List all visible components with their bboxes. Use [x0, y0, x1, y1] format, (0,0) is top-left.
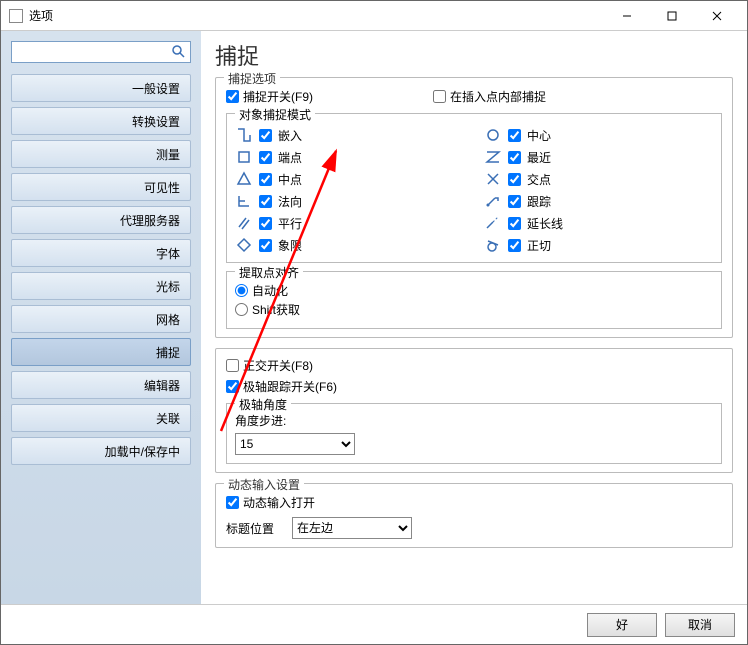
- dyn-enable-checkbox[interactable]: 动态输入打开: [226, 494, 722, 511]
- snap-mode-intersect[interactable]: 交点: [484, 170, 713, 188]
- sidebar-item-3[interactable]: 可见性: [11, 173, 191, 201]
- snap-mode-tangent[interactable]: 正切: [484, 236, 713, 254]
- group-title: 捕捉选项: [224, 70, 280, 87]
- title-pos-select[interactable]: 在左边: [292, 517, 412, 539]
- ok-button[interactable]: 好: [587, 613, 657, 637]
- snap-mode-center[interactable]: 中心: [484, 126, 713, 144]
- group-title: 极轴角度: [235, 396, 291, 413]
- sidebar: 一般设置转换设置测量可见性代理服务器字体光标网格捕捉编辑器关联加载中/保存中: [1, 31, 201, 604]
- cancel-button[interactable]: 取消: [665, 613, 735, 637]
- page-title: 捕捉: [215, 39, 733, 71]
- window-title: 选项: [29, 7, 604, 24]
- sidebar-item-2[interactable]: 测量: [11, 140, 191, 168]
- snap-modes-group: 对象捕捉模式 嵌入中心端点最近中点交点法向跟踪平行延长线象限正切: [226, 113, 722, 263]
- sidebar-item-6[interactable]: 光标: [11, 272, 191, 300]
- pick-shift-radio[interactable]: Shift获取: [235, 301, 713, 318]
- snap-mode-nearest[interactable]: 最近: [484, 148, 713, 166]
- sidebar-item-7[interactable]: 网格: [11, 305, 191, 333]
- normal-icon: [235, 192, 253, 210]
- close-button[interactable]: [694, 2, 739, 30]
- snap-mode-extension[interactable]: 延长线: [484, 214, 713, 232]
- sidebar-item-1[interactable]: 转换设置: [11, 107, 191, 135]
- endpoint-icon: [235, 148, 253, 166]
- group-title: 对象捕捉模式: [235, 106, 315, 123]
- angle-step-label: 角度步进:: [235, 412, 286, 429]
- snap-toggle-checkbox[interactable]: 捕捉开关(F9): [226, 88, 313, 105]
- snap-mode-midpoint[interactable]: 中点: [235, 170, 464, 188]
- snap-mode-insert[interactable]: 嵌入: [235, 126, 464, 144]
- titlebar: 选项: [1, 1, 747, 31]
- angle-step-select[interactable]: 15: [235, 433, 355, 455]
- main-panel: 捕捉 捕捉选项 捕捉开关(F9) 在插入点内部捕捉 对象捕捉模式 嵌入 中心端点 最…: [201, 31, 747, 604]
- intersect-icon: [484, 170, 502, 188]
- track-icon: [484, 192, 502, 210]
- pick-align-group: 提取点对齐 自动化 Shift获取: [226, 271, 722, 329]
- maximize-button[interactable]: [649, 2, 694, 30]
- snap-mode-quadrant[interactable]: 象限: [235, 236, 464, 254]
- sidebar-item-0[interactable]: 一般设置: [11, 74, 191, 102]
- footer: 好 取消: [1, 604, 747, 644]
- sidebar-item-5[interactable]: 字体: [11, 239, 191, 267]
- extension-icon: [484, 214, 502, 232]
- snap-options-group: 捕捉选项 捕捉开关(F9) 在插入点内部捕捉 对象捕捉模式 嵌入中心端点最近中点…: [215, 77, 733, 338]
- polar-checkbox[interactable]: 极轴跟踪开关(F6): [226, 378, 722, 395]
- minimize-button[interactable]: [604, 2, 649, 30]
- insert-icon: [235, 126, 253, 144]
- insert-inside-checkbox[interactable]: 在插入点内部捕捉: [433, 88, 546, 105]
- app-icon: [9, 9, 23, 23]
- sidebar-item-10[interactable]: 关联: [11, 404, 191, 432]
- dyn-input-group: 动态输入设置 动态输入打开 标题位置 在左边: [215, 483, 733, 548]
- tangent-icon: [484, 236, 502, 254]
- ortho-polar-group: 正交开关(F8) 极轴跟踪开关(F6) 极轴角度 角度步进: 15: [215, 348, 733, 473]
- search-icon: [171, 44, 187, 60]
- pick-auto-radio[interactable]: 自动化: [235, 282, 713, 299]
- snap-mode-track[interactable]: 跟踪: [484, 192, 713, 210]
- sidebar-item-8[interactable]: 捕捉: [11, 338, 191, 366]
- center-icon: [484, 126, 502, 144]
- snap-mode-parallel[interactable]: 平行: [235, 214, 464, 232]
- quadrant-icon: [235, 236, 253, 254]
- ortho-checkbox[interactable]: 正交开关(F8): [226, 357, 722, 374]
- sidebar-item-11[interactable]: 加载中/保存中: [11, 437, 191, 465]
- snap-mode-normal[interactable]: 法向: [235, 192, 464, 210]
- midpoint-icon: [235, 170, 253, 188]
- sidebar-item-4[interactable]: 代理服务器: [11, 206, 191, 234]
- sidebar-item-9[interactable]: 编辑器: [11, 371, 191, 399]
- nearest-icon: [484, 148, 502, 166]
- snap-mode-endpoint[interactable]: 端点: [235, 148, 464, 166]
- group-title: 动态输入设置: [224, 476, 304, 493]
- search-input[interactable]: [11, 41, 191, 63]
- parallel-icon: [235, 214, 253, 232]
- group-title: 提取点对齐: [235, 264, 303, 281]
- title-pos-label: 标题位置: [226, 520, 286, 537]
- polar-angle-group: 极轴角度 角度步进: 15: [226, 403, 722, 464]
